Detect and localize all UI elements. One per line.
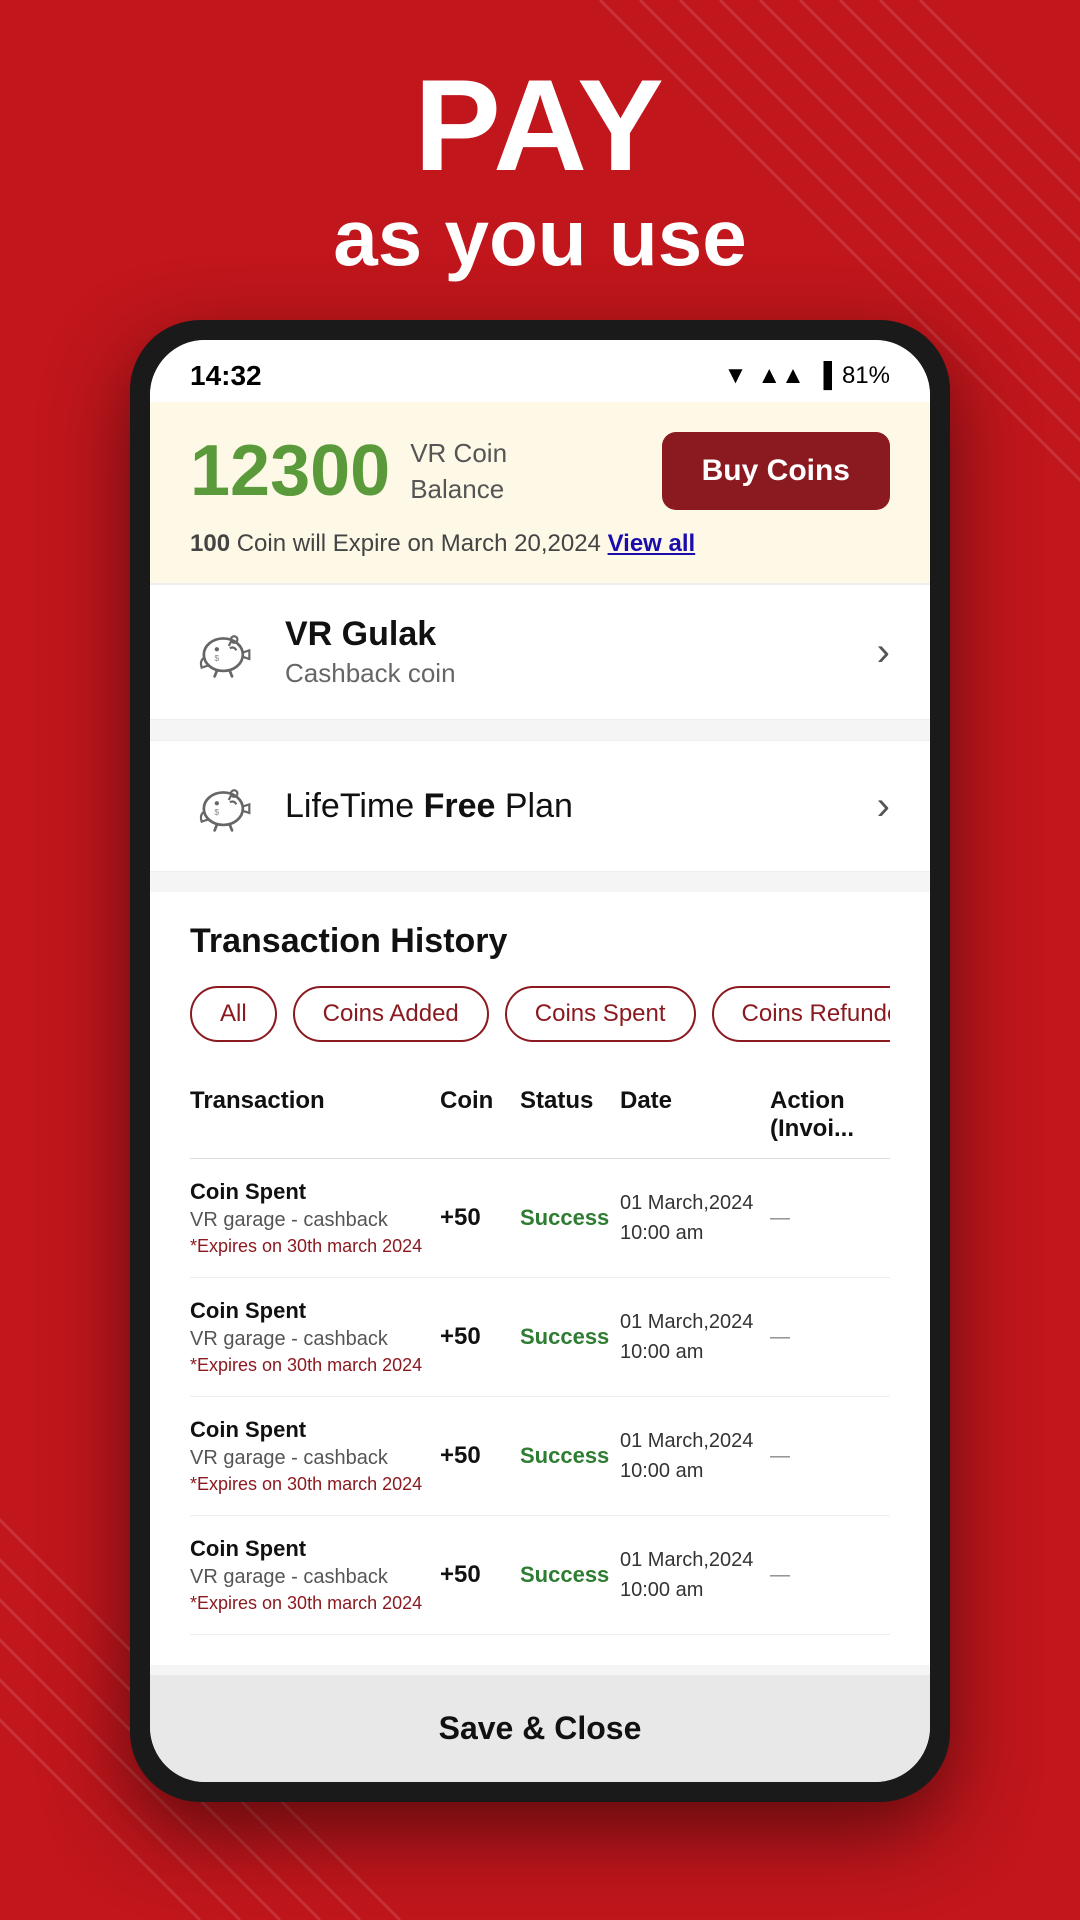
vr-gulak-card[interactable]: $ VR Gulak Cashback coin ›: [150, 584, 930, 720]
expiry-coin-amount: 100: [190, 530, 230, 557]
status-bar: 14:32 ▼ ▲▲ ▐ 81%: [150, 340, 930, 402]
signal-icon: ▲▲: [757, 362, 805, 390]
transaction-rows: Coin Spent VR garage - cashback *Expires…: [190, 1159, 890, 1635]
tx-name: Coin Spent: [190, 1536, 440, 1562]
tx-action: —: [770, 1564, 890, 1587]
lifetime-title-normal: LifeTime: [285, 787, 424, 825]
lifetime-plan-card[interactable]: $ LifeTime Free Plan ›: [150, 740, 930, 872]
header-section: PAY as you use: [0, 60, 1080, 286]
gulak-icon: $: [190, 617, 260, 687]
gulak-subtitle: Cashback coin: [285, 658, 456, 689]
phone-mockup: 14:32 ▼ ▲▲ ▐ 81% 12300 VR Coin Balance B…: [130, 320, 950, 1802]
filter-tabs: All Coins Added Coins Spent Coins Refund…: [190, 986, 890, 1042]
lifetime-icon: $: [190, 771, 260, 841]
battery-percent: 81%: [842, 362, 890, 390]
tx-name: Coin Spent: [190, 1417, 440, 1443]
tx-name: Coin Spent: [190, 1298, 440, 1324]
col-date: Date: [620, 1087, 770, 1143]
filter-coins-spent[interactable]: Coins Spent: [505, 986, 696, 1042]
tx-coin: +50: [440, 1204, 520, 1232]
transaction-section: Transaction History All Coins Added Coin…: [150, 892, 930, 1665]
save-close-button[interactable]: Save & Close: [150, 1675, 930, 1782]
gulak-left: $ VR Gulak Cashback coin: [190, 615, 456, 689]
status-icons: ▼ ▲▲ ▐ 81%: [724, 362, 890, 390]
table-row: Coin Spent VR garage - cashback *Expires…: [190, 1397, 890, 1516]
expiry-row: 100 Coin will Expire on March 20,2024 Vi…: [190, 530, 890, 558]
tx-date: 01 March,202410:00 am: [620, 1426, 770, 1486]
pay-title: PAY: [0, 60, 1080, 190]
tx-sub: VR garage - cashback: [190, 1209, 440, 1232]
lifetime-left: $ LifeTime Free Plan: [190, 771, 573, 841]
gulak-text: VR Gulak Cashback coin: [285, 615, 456, 689]
table-row: Coin Spent VR garage - cashback *Expires…: [190, 1516, 890, 1635]
tx-info: Coin Spent VR garage - cashback *Expires…: [190, 1179, 440, 1257]
tx-date: 01 March,202410:00 am: [620, 1545, 770, 1605]
balance-left: 12300 VR Coin Balance: [190, 435, 507, 508]
tx-expires: *Expires on 30th march 2024: [190, 1593, 440, 1614]
lifetime-title-bold: Free: [424, 787, 496, 825]
tx-sub: VR garage - cashback: [190, 1328, 440, 1351]
view-all-link[interactable]: View all: [608, 530, 696, 557]
tx-action: —: [770, 1207, 890, 1230]
tx-sub: VR garage - cashback: [190, 1566, 440, 1589]
tx-info: Coin Spent VR garage - cashback *Expires…: [190, 1417, 440, 1495]
gulak-chevron-icon: ›: [877, 630, 890, 675]
tx-expires: *Expires on 30th march 2024: [190, 1474, 440, 1495]
tx-expires: *Expires on 30th march 2024: [190, 1355, 440, 1376]
tx-info: Coin Spent VR garage - cashback *Expires…: [190, 1298, 440, 1376]
tx-coin: +50: [440, 1561, 520, 1589]
tx-info: Coin Spent VR garage - cashback *Expires…: [190, 1536, 440, 1614]
buy-coins-button[interactable]: Buy Coins: [662, 432, 890, 510]
tx-status: Success: [520, 1324, 620, 1350]
col-status: Status: [520, 1087, 620, 1143]
tx-expires: *Expires on 30th march 2024: [190, 1236, 440, 1257]
filter-all[interactable]: All: [190, 986, 277, 1042]
filter-coins-added[interactable]: Coins Added: [293, 986, 489, 1042]
expiry-text: Coin will Expire on March 20,2024: [237, 530, 601, 557]
col-action: Action(Invoi...: [770, 1087, 890, 1143]
tx-coin: +50: [440, 1323, 520, 1351]
table-row: Coin Spent VR garage - cashback *Expires…: [190, 1159, 890, 1278]
table-header: Transaction Coin Status Date Action(Invo…: [190, 1072, 890, 1159]
col-coin: Coin: [440, 1087, 520, 1143]
header-subtitle: as you use: [0, 190, 1080, 286]
battery-icon: ▐: [815, 362, 832, 390]
tx-action: —: [770, 1326, 890, 1349]
transaction-title: Transaction History: [190, 922, 890, 961]
status-time: 14:32: [190, 360, 262, 392]
balance-section: 12300 VR Coin Balance Buy Coins 100 Coin…: [150, 402, 930, 584]
lifetime-title-end: Plan: [495, 787, 573, 825]
lifetime-title: LifeTime Free Plan: [285, 787, 573, 826]
tx-date: 01 March,202410:00 am: [620, 1307, 770, 1367]
balance-amount: 12300: [190, 435, 390, 507]
tx-name: Coin Spent: [190, 1179, 440, 1205]
lifetime-chevron-icon: ›: [877, 784, 890, 829]
balance-label: VR Coin Balance: [410, 435, 507, 508]
tx-status: Success: [520, 1562, 620, 1588]
tx-status: Success: [520, 1205, 620, 1231]
tx-status: Success: [520, 1443, 620, 1469]
tx-date: 01 March,202410:00 am: [620, 1188, 770, 1248]
wifi-icon: ▼: [724, 362, 748, 390]
gulak-title: VR Gulak: [285, 615, 456, 654]
table-row: Coin Spent VR garage - cashback *Expires…: [190, 1278, 890, 1397]
tx-coin: +50: [440, 1442, 520, 1470]
phone-screen: 14:32 ▼ ▲▲ ▐ 81% 12300 VR Coin Balance B…: [150, 340, 930, 1782]
svg-text:$: $: [214, 807, 219, 817]
filter-coins-refunded[interactable]: Coins Refunde...: [712, 986, 890, 1042]
col-transaction: Transaction: [190, 1087, 440, 1143]
tx-action: —: [770, 1445, 890, 1468]
svg-text:$: $: [214, 653, 219, 663]
tx-sub: VR garage - cashback: [190, 1447, 440, 1470]
